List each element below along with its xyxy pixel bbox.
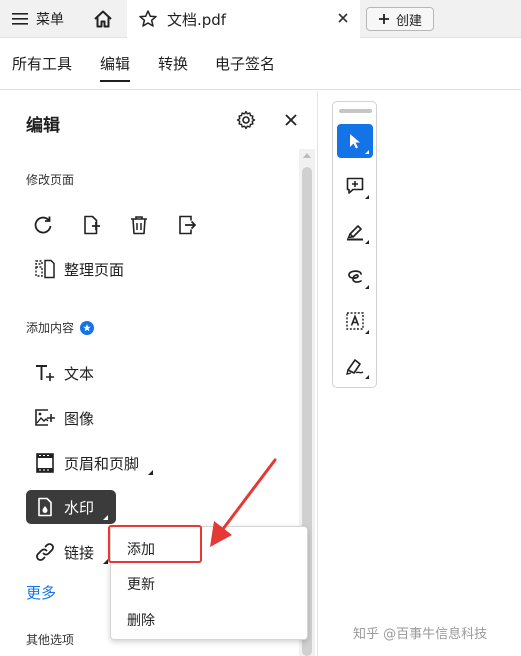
- section-other-options: 其他选项: [26, 633, 75, 647]
- toolbar-grip-handle[interactable]: [339, 109, 372, 113]
- highlight-box: [108, 525, 202, 563]
- menu-item-delete[interactable]: 删除: [111, 602, 307, 638]
- quick-tools-toolbar: [332, 101, 377, 388]
- comment-tool-button[interactable]: [337, 169, 373, 203]
- create-button[interactable]: 创建: [366, 7, 434, 31]
- link-icon: [34, 541, 56, 563]
- add-comment-icon: [346, 177, 364, 194]
- highlight-tool-button[interactable]: [337, 214, 373, 248]
- section-modify-pages: 修改页面: [26, 173, 75, 187]
- panel-title: 编辑: [26, 116, 60, 136]
- section-add-content: 添加内容: [26, 319, 95, 336]
- menu-button[interactable]: 菜单: [12, 9, 64, 29]
- menu-label: 菜单: [36, 12, 64, 28]
- delete-page-button[interactable]: [128, 213, 176, 237]
- freehand-draw-icon: [348, 270, 362, 283]
- home-icon[interactable]: [92, 8, 114, 30]
- trash-icon: [131, 216, 147, 235]
- top-tab-bar: 菜单 文档.pdf 创建: [0, 0, 521, 38]
- page-actions-row: [32, 213, 224, 237]
- gear-icon[interactable]: [236, 110, 256, 130]
- watermark-button[interactable]: 水印: [26, 490, 117, 524]
- cursor-icon: [350, 134, 360, 149]
- tool-nav: 所有工具 编辑 转换 电子签名: [0, 38, 521, 90]
- rotate-page-button[interactable]: [32, 213, 80, 237]
- header-footer-label: 页眉和页脚: [64, 454, 140, 473]
- add-text-button[interactable]: 文本: [26, 357, 102, 389]
- hamburger-icon: [12, 13, 28, 25]
- document-tab[interactable]: 文档.pdf: [127, 0, 360, 38]
- highlighter-icon: [347, 225, 363, 241]
- add-image-button[interactable]: 图像: [26, 402, 102, 434]
- organize-pages-icon: [34, 258, 56, 280]
- more-link[interactable]: 更多: [26, 582, 56, 603]
- sign-tool-button[interactable]: [337, 349, 373, 383]
- premium-badge-icon: [80, 320, 95, 335]
- organize-pages-button[interactable]: 整理页面: [26, 253, 132, 285]
- add-image-icon: [34, 407, 56, 429]
- header-footer-icon: [34, 452, 56, 474]
- add-text-label: 文本: [64, 364, 95, 383]
- section-add-content-label: 添加内容: [26, 321, 75, 335]
- submenu-corner-icon: [98, 515, 109, 520]
- text-box-icon: [346, 312, 364, 330]
- annotation-arrow: [210, 458, 277, 547]
- add-text-icon: [34, 362, 56, 384]
- nav-e-sign[interactable]: 电子签名: [215, 53, 275, 80]
- plus-icon: [378, 14, 389, 24]
- document-tab-title: 文档.pdf: [167, 11, 227, 29]
- submenu-corner-icon: [143, 470, 154, 475]
- text-box-tool-button[interactable]: [337, 304, 373, 338]
- pen-sign-icon: [346, 359, 364, 375]
- add-image-label: 图像: [64, 409, 95, 428]
- submenu-corner-icon: [98, 559, 109, 564]
- close-panel-icon[interactable]: [284, 113, 298, 127]
- link-label: 链接: [64, 543, 95, 562]
- nav-all-tools[interactable]: 所有工具: [12, 53, 72, 80]
- watermark-label: 水印: [64, 498, 95, 517]
- menu-item-update[interactable]: 更新: [111, 566, 307, 602]
- insert-page-icon: [84, 215, 100, 235]
- extract-page-button[interactable]: [176, 213, 224, 237]
- close-tab-icon[interactable]: [335, 10, 351, 26]
- draw-tool-button[interactable]: [337, 259, 373, 293]
- organize-pages-label: 整理页面: [64, 260, 125, 279]
- watermark-icon: [34, 496, 56, 518]
- scroll-up-icon[interactable]: [303, 153, 311, 158]
- nav-edit[interactable]: 编辑: [100, 53, 131, 82]
- header-footer-button[interactable]: 页眉和页脚: [26, 447, 161, 479]
- select-tool-button[interactable]: [337, 124, 373, 158]
- rotate-icon: [34, 216, 52, 234]
- source-watermark: 知乎 @百事牛信息科技: [353, 627, 488, 642]
- create-label: 创建: [395, 13, 422, 29]
- extract-page-icon: [179, 215, 197, 235]
- link-button[interactable]: 链接: [26, 536, 116, 568]
- nav-convert[interactable]: 转换: [158, 53, 188, 80]
- insert-page-button[interactable]: [80, 213, 128, 237]
- star-icon[interactable]: [138, 9, 158, 29]
